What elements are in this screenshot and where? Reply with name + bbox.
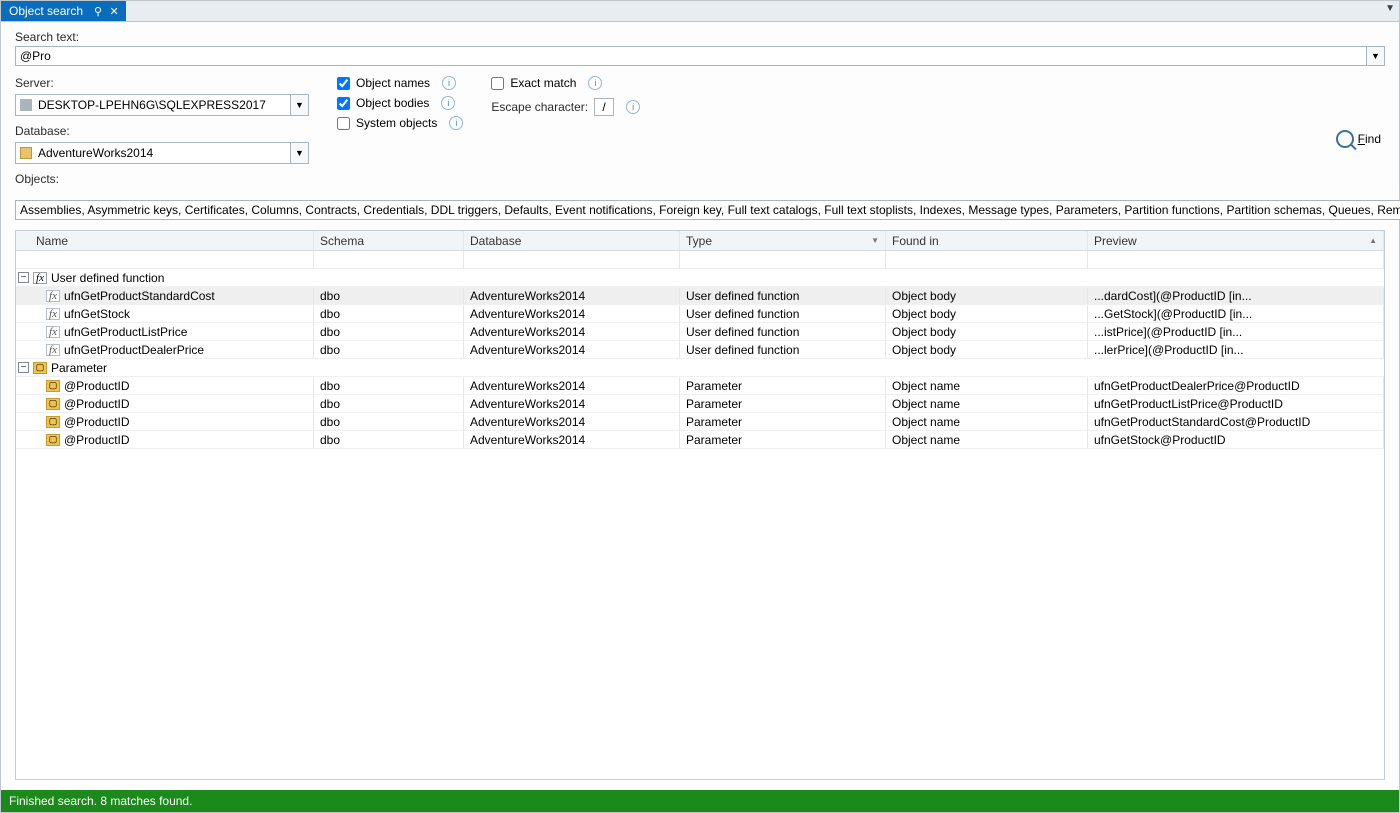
objects-filter-input[interactable]: Assemblies, Asymmetric keys, Certificate…	[15, 200, 1400, 220]
sort-icon: ▲	[1369, 236, 1377, 245]
grid-filter-row[interactable]	[16, 251, 1384, 269]
close-icon[interactable]: ✕	[107, 4, 121, 18]
table-row[interactable]: fxufnGetProductDealerPricedboAdventureWo…	[16, 341, 1384, 359]
server-icon	[20, 99, 32, 111]
server-combo[interactable]: DESKTOP-LPEHN6G\SQLEXPRESS2017	[15, 94, 291, 116]
search-text-label: Search text:	[15, 30, 1385, 44]
object-names-checkbox[interactable]: Object names i	[337, 76, 463, 90]
table-row[interactable]: ▢@ProductIDdboAdventureWorks2014Paramete…	[16, 377, 1384, 395]
sort-icon: ▼	[871, 236, 879, 245]
col-preview[interactable]: Preview▲	[1088, 231, 1384, 250]
server-value: DESKTOP-LPEHN6G\SQLEXPRESS2017	[38, 98, 266, 112]
col-name[interactable]: Name	[16, 231, 314, 250]
database-label: Database:	[15, 124, 309, 138]
table-row[interactable]: ▢@ProductIDdboAdventureWorks2014Paramete…	[16, 395, 1384, 413]
database-combo[interactable]: AdventureWorks2014	[15, 142, 291, 164]
status-bar: Finished search. 8 matches found.	[1, 790, 1399, 812]
collapse-icon[interactable]: −	[18, 272, 29, 283]
group-row[interactable]: −fx User defined function	[16, 269, 1384, 287]
parameter-icon: ▢	[46, 398, 60, 410]
search-form: Search text: ▼ Server: DESKTOP-LPEHN6G\S…	[1, 22, 1399, 228]
grid-header: Name Schema Database Type▼ Found in Prev…	[16, 231, 1384, 251]
search-icon	[1336, 130, 1354, 148]
exact-match-checkbox[interactable]: Exact match i	[491, 76, 640, 90]
info-icon[interactable]: i	[449, 116, 463, 130]
system-objects-checkbox[interactable]: System objects i	[337, 116, 463, 130]
objects-label: Objects:	[15, 172, 1385, 186]
table-row[interactable]: ▢@ProductIDdboAdventureWorks2014Paramete…	[16, 413, 1384, 431]
parameter-icon: ▢	[46, 434, 60, 446]
function-icon: fx	[46, 326, 60, 338]
object-bodies-checkbox[interactable]: Object bodies i	[337, 96, 463, 110]
group-label: User defined function	[51, 271, 164, 285]
col-type[interactable]: Type▼	[680, 231, 886, 250]
function-icon: fx	[46, 344, 60, 356]
table-row[interactable]: ▢@ProductIDdboAdventureWorks2014Paramete…	[16, 431, 1384, 449]
escape-input[interactable]	[594, 98, 614, 116]
col-database[interactable]: Database	[464, 231, 680, 250]
info-icon[interactable]: i	[588, 76, 602, 90]
search-dropdown-icon[interactable]: ▼	[1367, 46, 1385, 66]
function-icon: fx	[33, 272, 47, 284]
pin-icon[interactable]: ⚲	[91, 4, 105, 18]
col-schema[interactable]: Schema	[314, 231, 464, 250]
database-value: AdventureWorks2014	[38, 146, 153, 160]
find-button[interactable]: Find	[1332, 128, 1385, 150]
server-dropdown-icon[interactable]: ▼	[291, 94, 309, 116]
server-label: Server:	[15, 76, 309, 90]
grid-body: −fxUser defined functionfxufnGetProductS…	[16, 269, 1384, 449]
table-row[interactable]: fxufnGetProductListPricedboAdventureWork…	[16, 323, 1384, 341]
table-row[interactable]: fxufnGetStockdboAdventureWorks2014User d…	[16, 305, 1384, 323]
tab-title: Object search	[9, 4, 83, 18]
parameter-icon: ▢	[46, 416, 60, 428]
group-row[interactable]: −▢ Parameter	[16, 359, 1384, 377]
table-row[interactable]: fxufnGetProductStandardCostdboAdventureW…	[16, 287, 1384, 305]
status-text: Finished search. 8 matches found.	[9, 794, 192, 808]
tab-bar: Object search ⚲ ✕ ▼	[1, 1, 1399, 22]
parameter-icon: ▢	[33, 362, 47, 374]
database-icon	[20, 147, 32, 159]
database-dropdown-icon[interactable]: ▼	[291, 142, 309, 164]
info-icon[interactable]: i	[626, 100, 640, 114]
escape-label: Escape character:	[491, 100, 588, 114]
collapse-icon[interactable]: −	[18, 362, 29, 373]
tab-object-search[interactable]: Object search ⚲ ✕	[1, 1, 126, 21]
col-found-in[interactable]: Found in	[886, 231, 1088, 250]
function-icon: fx	[46, 308, 60, 320]
results-grid: Name Schema Database Type▼ Found in Prev…	[15, 230, 1385, 780]
function-icon: fx	[46, 290, 60, 302]
info-icon[interactable]: i	[441, 96, 455, 110]
group-label: Parameter	[51, 361, 107, 375]
info-icon[interactable]: i	[442, 76, 456, 90]
search-input[interactable]	[15, 46, 1367, 66]
tabbar-dropdown-icon[interactable]: ▼	[1385, 3, 1395, 14]
parameter-icon: ▢	[46, 380, 60, 392]
